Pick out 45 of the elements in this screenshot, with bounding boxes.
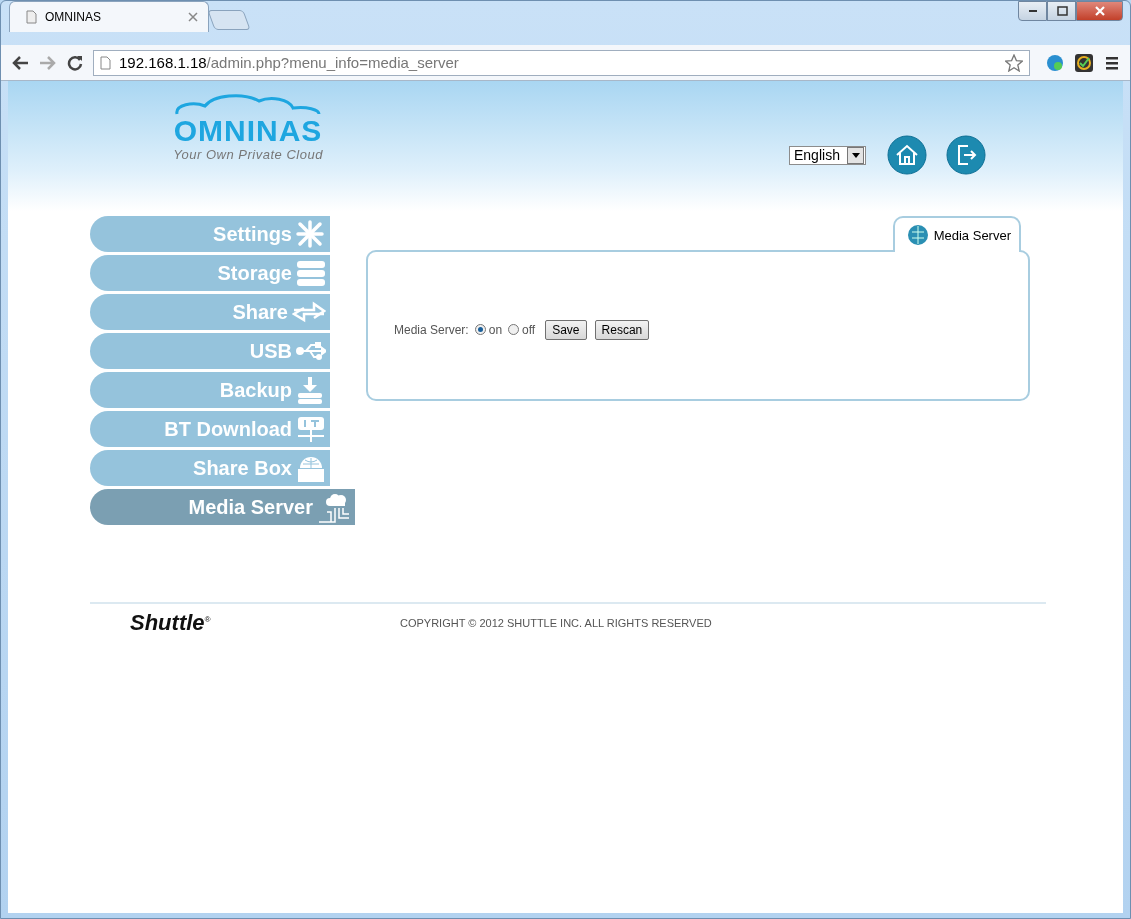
window-maximize-button[interactable]: [1047, 1, 1076, 21]
window-minimize-button[interactable]: [1018, 1, 1047, 21]
address-field[interactable]: 192.168.1.18/admin.php?menu_info=media_server: [93, 49, 1030, 76]
extension-icon[interactable]: [1074, 52, 1094, 73]
logo-name: OMNINAS: [173, 115, 323, 147]
sidebar-item[interactable]: Media Server: [90, 489, 355, 525]
sidebar-item[interactable]: Share Box: [90, 450, 330, 486]
reload-icon[interactable]: [67, 54, 83, 71]
panel-tab[interactable]: Media Server: [892, 216, 1021, 252]
globe-icon: [906, 224, 929, 246]
maximize-icon: [1055, 5, 1068, 17]
rescan-button[interactable]: Rescan: [594, 319, 650, 340]
cloud-logo-icon: [173, 93, 323, 115]
browser-tab[interactable]: OMNINAS: [9, 1, 209, 32]
sidebar-item[interactable]: BT Download: [90, 411, 330, 447]
language-select[interactable]: English: [789, 145, 866, 165]
home-icon[interactable]: [887, 135, 927, 175]
logo-tagline: Your Own Private Cloud: [173, 147, 323, 162]
save-button[interactable]: Save: [545, 319, 587, 340]
sidebar-item[interactable]: Storage: [90, 255, 330, 291]
storage-icon: [296, 259, 326, 287]
minimize-icon: [1028, 10, 1037, 12]
copyright-text: COPYRIGHT © 2012 SHUTTLE INC. ALL RIGHTS RESERVED: [400, 617, 712, 629]
logout-icon[interactable]: [946, 135, 986, 175]
brand-logo: Shuttle$^{®}$: [130, 610, 212, 636]
sidebar-item[interactable]: USB: [90, 333, 330, 369]
caret-icon: [851, 152, 860, 158]
radio-label: off: [522, 322, 536, 337]
page-icon: [26, 10, 37, 24]
star-icon[interactable]: [1005, 53, 1023, 72]
close-icon[interactable]: [188, 12, 198, 22]
radio-button[interactable]: [474, 324, 486, 335]
sidebar-item[interactable]: Share: [90, 294, 330, 330]
radio-button[interactable]: [508, 324, 520, 335]
menu-icon[interactable]: [1104, 54, 1120, 71]
new-tab-button[interactable]: [207, 10, 251, 30]
field-label: Media Server:: [394, 322, 469, 337]
close-icon: [1093, 5, 1106, 17]
sidebar-item[interactable]: Settings: [90, 216, 330, 252]
radio-label: on: [488, 322, 503, 337]
page-icon: [100, 55, 111, 70]
window-close-button[interactable]: [1076, 1, 1123, 21]
back-icon[interactable]: [11, 54, 29, 71]
folder-globe-icon: [296, 454, 326, 482]
sidebar-item[interactable]: Backup: [90, 372, 330, 408]
